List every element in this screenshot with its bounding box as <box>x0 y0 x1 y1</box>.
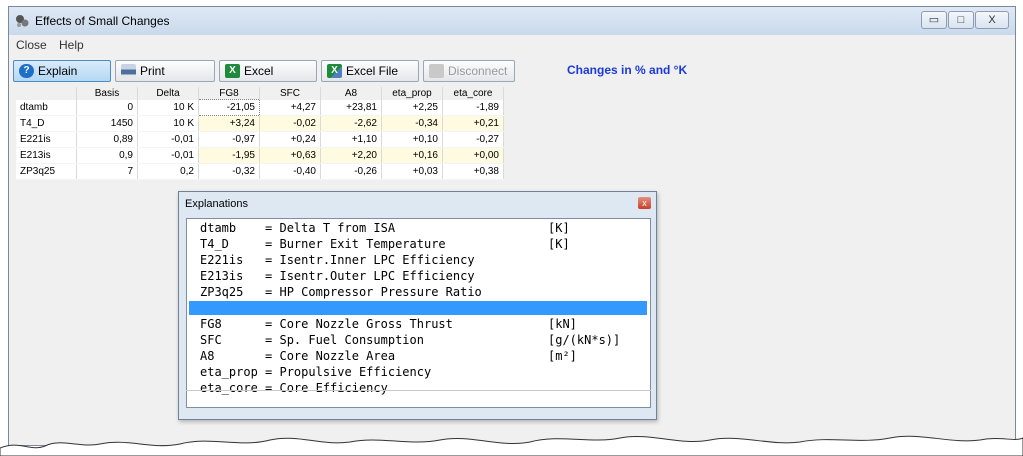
table-cell[interactable]: +0,03 <box>381 163 443 180</box>
row-label: E221is <box>16 131 77 148</box>
list-item: eta_prop = Propulsive Efficiency <box>200 365 432 379</box>
table-cell[interactable]: -0,32 <box>198 163 260 180</box>
table-cell[interactable]: 0,2 <box>137 163 199 180</box>
row-label: T4_D <box>16 115 77 132</box>
table-cell[interactable]: +0,10 <box>381 131 443 148</box>
explanations-close-button[interactable]: x <box>638 197 651 209</box>
table-cell[interactable]: +2,20 <box>320 147 382 164</box>
table-cell[interactable]: +0,16 <box>381 147 443 164</box>
table-cell[interactable]: +2,25 <box>381 99 443 116</box>
grid-header-eta-core: eta_core <box>442 87 504 100</box>
grid-header-row: Basis Delta FG8 SFC A8 eta_prop eta_core <box>16 87 504 100</box>
excel-file-icon: X <box>327 64 342 78</box>
table-cell[interactable]: -2,62 <box>320 115 382 132</box>
disconnect-icon <box>429 64 444 78</box>
grid-header-delta: Delta <box>137 87 199 100</box>
list-item: ZP3q25 = HP Compressor Pressure Ratio <box>200 285 482 299</box>
table-cell[interactable]: -0,01 <box>137 147 199 164</box>
list-item: eta_core = Core Efficiency <box>200 381 388 395</box>
table-cell[interactable]: -0,97 <box>198 131 260 148</box>
table-cell[interactable]: +0,24 <box>259 131 321 148</box>
list-item: E213is = Isentr.Outer LPC Efficiency <box>200 269 475 283</box>
table-cell[interactable]: 10 K <box>137 115 199 132</box>
table-cell[interactable]: -0,02 <box>259 115 321 132</box>
menu-bar: Close Help <box>9 35 1015 55</box>
explain-button[interactable]: ? Explain <box>13 60 111 82</box>
printer-icon <box>121 64 136 78</box>
table-cell[interactable]: +4,27 <box>259 99 321 116</box>
table-cell[interactable]: -0,34 <box>381 115 443 132</box>
list-item: SFC = Sp. Fuel Consumption [g/(kN*s)] <box>200 333 621 347</box>
table-row[interactable]: T4_D 1450 10 K +3,24 -0,02 -2,62 -0,34 +… <box>16 115 504 132</box>
toolbar: ? Explain Print X Excel X Excel File Dis… <box>9 56 1015 84</box>
print-button[interactable]: Print <box>115 60 215 82</box>
excel-icon: X <box>225 64 240 78</box>
excel-file-button[interactable]: X Excel File <box>321 60 419 82</box>
list-item: FG8 = Core Nozzle Gross Thrust [kN] <box>200 317 577 331</box>
app-icon <box>16 15 29 27</box>
table-cell[interactable]: 0,89 <box>76 131 138 148</box>
close-icon: X <box>988 14 996 26</box>
list-item: A8 = Core Nozzle Area [m²] <box>200 349 577 363</box>
help-icon: ? <box>19 64 34 78</box>
close-window-button[interactable]: X <box>975 11 1009 29</box>
table-row[interactable]: E221is 0,89 -0,01 -0,97 +0,24 +1,10 +0,1… <box>16 131 504 148</box>
list-item: E221is = Isentr.Inner LPC Efficiency <box>200 253 475 267</box>
menu-close[interactable]: Close <box>16 38 47 52</box>
title-bar: Effects of Small Changes ▭ □ X <box>9 7 1015 36</box>
grid-header-corner <box>16 87 77 100</box>
table-cell[interactable]: -0,27 <box>442 131 504 148</box>
list-item: dtamb = Delta T from ISA [K] <box>200 221 570 235</box>
disconnect-button[interactable]: Disconnect <box>423 60 515 82</box>
minimize-icon: ▭ <box>928 14 940 26</box>
table-row[interactable]: E213is 0,9 -0,01 -1,95 +0,63 +2,20 +0,16… <box>16 147 504 164</box>
excel-button[interactable]: X Excel <box>219 60 317 82</box>
table-cell[interactable]: -0,40 <box>259 163 321 180</box>
table-cell[interactable]: -0,01 <box>137 131 199 148</box>
close-icon: x <box>642 198 647 208</box>
changes-note: Changes in % and °K <box>567 63 688 77</box>
row-label: E213is <box>16 147 77 164</box>
maximize-icon: □ <box>957 14 965 26</box>
table-row[interactable]: dtamb 0 10 K -21,05 +4,27 +23,81 +2,25 -… <box>16 99 504 116</box>
explanations-list[interactable]: dtamb = Delta T from ISA [K] T4_D = Burne… <box>186 218 651 408</box>
table-cell[interactable]: +0,00 <box>442 147 504 164</box>
table-cell[interactable]: +0,63 <box>259 147 321 164</box>
table-cell[interactable]: -1,89 <box>442 99 504 116</box>
grid-header-a8: A8 <box>320 87 382 100</box>
table-cell[interactable]: 10 K <box>137 99 199 116</box>
explanations-dialog: Explanations x dtamb = Delta T from ISA[… <box>178 191 657 420</box>
table-cell[interactable]: 7 <box>76 163 138 180</box>
table-cell[interactable]: +0,21 <box>442 115 504 132</box>
explanations-title: Explanations <box>185 198 248 210</box>
divider <box>186 390 651 391</box>
grid-header-sfc: SFC <box>259 87 321 100</box>
grid-header-fg8: FG8 <box>198 87 260 100</box>
table-cell[interactable]: -0,26 <box>320 163 382 180</box>
table-cell[interactable]: 0 <box>76 99 138 116</box>
menu-help[interactable]: Help <box>59 38 84 52</box>
window-title: Effects of Small Changes <box>35 14 170 28</box>
table-cell[interactable]: -1,95 <box>198 147 260 164</box>
selected-line-highlight[interactable] <box>189 301 647 315</box>
table-row[interactable]: ZP3q25 7 0,2 -0,32 -0,40 -0,26 +0,03 +0,… <box>16 163 504 180</box>
table-cell[interactable]: 1450 <box>76 115 138 132</box>
row-label: ZP3q25 <box>16 163 77 180</box>
table-cell[interactable]: +0,38 <box>442 163 504 180</box>
table-cell[interactable]: +23,81 <box>320 99 382 116</box>
row-label: dtamb <box>16 99 77 116</box>
table-cell[interactable]: -21,05 <box>198 99 260 116</box>
table-cell[interactable]: +1,10 <box>320 131 382 148</box>
list-item: T4_D = Burner Exit Temperature [K] <box>200 237 570 251</box>
grid-header-eta-prop: eta_prop <box>381 87 443 100</box>
maximize-button[interactable]: □ <box>948 11 974 29</box>
grid-header-basis: Basis <box>76 87 138 100</box>
minimize-button[interactable]: ▭ <box>921 11 947 29</box>
results-grid: Basis Delta FG8 SFC A8 eta_prop eta_core… <box>16 87 504 180</box>
table-cell[interactable]: +3,24 <box>198 115 260 132</box>
table-cell[interactable]: 0,9 <box>76 147 138 164</box>
torn-edge-decoration <box>0 435 1023 456</box>
